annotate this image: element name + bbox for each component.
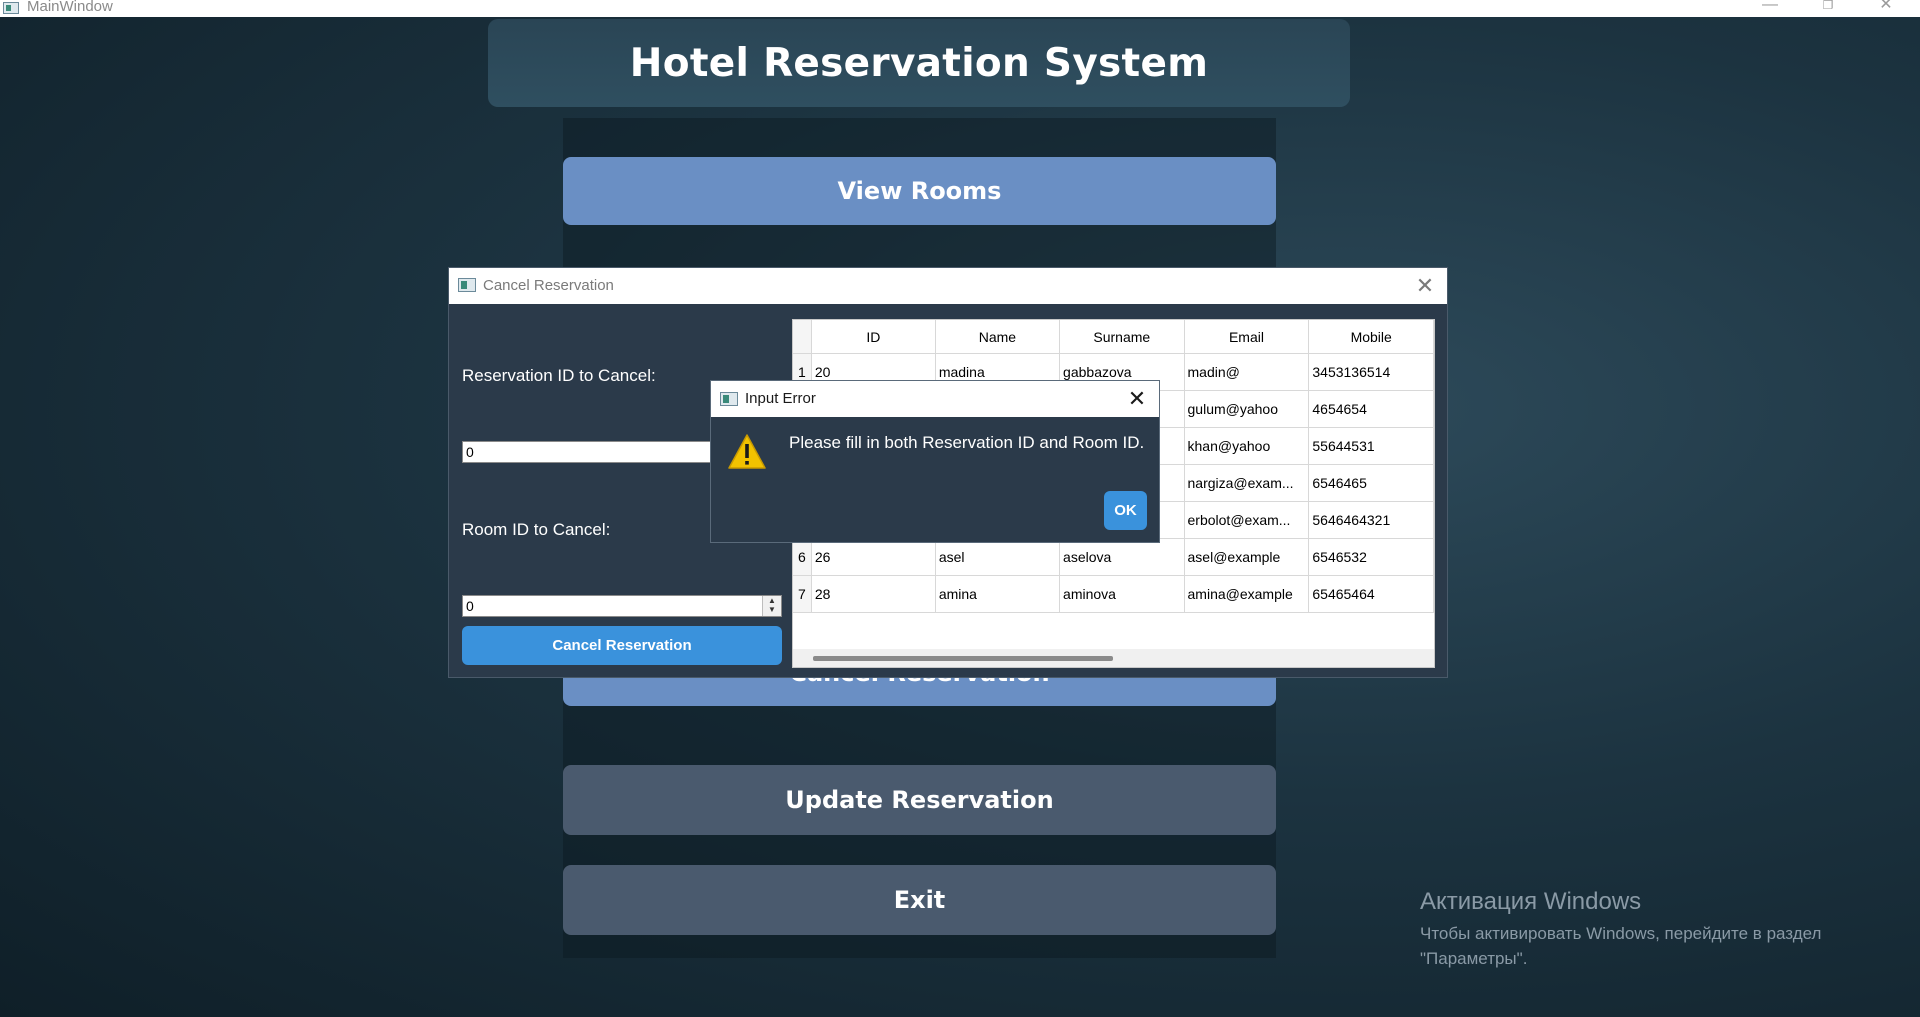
close-icon[interactable]: ✕ [1123,385,1151,413]
table-corner [793,320,812,354]
table-cell[interactable]: 28 [811,575,936,613]
page-title: Hotel Reservation System [629,40,1209,86]
main-window-titlebar: MainWindow — ❐ ✕ [0,0,1920,17]
column-header[interactable]: Email [1184,320,1310,354]
update-reservation-button[interactable]: Update Reservation [563,765,1276,835]
column-header[interactable]: ID [811,320,936,354]
room-id-spinbox[interactable]: 0 ▲ ▼ [462,595,782,617]
row-number[interactable]: 6 [793,538,812,576]
window-icon [458,278,476,292]
table-cell[interactable]: amina@example [1184,575,1310,613]
dialog-title: Cancel Reservation [483,277,614,294]
input-error-dialog: Input Error ✕ Please fill in both Reserv… [710,380,1160,543]
main-window-title: MainWindow [27,0,113,15]
table-cell[interactable]: amina [935,575,1061,613]
warning-icon [728,434,766,469]
table-cell[interactable]: asel [935,538,1061,576]
table-cell[interactable]: 6546465 [1308,464,1434,502]
activation-line1: Чтобы активировать Windows, перейдите в … [1420,924,1822,943]
column-header[interactable]: Surname [1059,320,1185,354]
table-cell[interactable]: 4654654 [1308,390,1434,428]
scrollbar-thumb[interactable] [813,656,1113,661]
reservation-id-value: 0 [466,444,474,460]
table-row[interactable]: 6 26 asel aselova asel@example 6546532 [793,538,1434,576]
cancel-reservation-button[interactable]: Cancel Reservation [462,626,782,665]
error-message: Please fill in both Reservation ID and R… [789,433,1145,452]
minimize-button[interactable]: — [1750,0,1790,15]
table-cell[interactable]: 6546532 [1308,538,1434,576]
table-row[interactable]: 7 28 amina aminova amina@example 65465464 [793,575,1434,613]
windows-activation-watermark: Активация Windows Чтобы активировать Win… [1420,888,1821,971]
table-cell[interactable]: madin@ [1184,353,1310,391]
window-icon [720,392,738,406]
close-icon[interactable]: ✕ [1411,272,1439,300]
ok-button[interactable]: OK [1104,491,1147,530]
table-cell[interactable]: 65465464 [1308,575,1434,613]
exit-button[interactable]: Exit [563,865,1276,935]
column-header[interactable]: Name [935,320,1061,354]
table-cell[interactable]: 3453136514 [1308,353,1434,391]
horizontal-scrollbar[interactable] [793,649,1434,667]
table-cell[interactable]: 26 [811,538,936,576]
error-titlebar: Input Error ✕ [711,381,1159,417]
column-header[interactable]: Mobile [1308,320,1434,354]
table-cell[interactable]: aminova [1059,575,1185,613]
error-title: Input Error [745,390,816,407]
table-cell[interactable]: khan@yahoo [1184,427,1310,465]
close-button[interactable]: ✕ [1866,0,1906,15]
app-icon [3,2,19,14]
spin-arrows-icon[interactable]: ▲ ▼ [762,596,781,616]
table-cell[interactable]: 55644531 [1308,427,1434,465]
table-cell[interactable]: gulum@yahoo [1184,390,1310,428]
reservation-id-label: Reservation ID to Cancel: [462,366,656,385]
table-cell[interactable]: aselova [1059,538,1185,576]
table-cell[interactable]: erbolot@exam... [1184,501,1310,539]
activation-title: Активация Windows [1420,888,1642,915]
header-panel: Hotel Reservation System [488,19,1350,107]
room-id-value: 0 [466,598,474,614]
table-cell[interactable]: 5646464321 [1308,501,1434,539]
table-cell[interactable]: asel@example [1184,538,1310,576]
maximize-button[interactable]: ❐ [1808,0,1848,15]
table-cell[interactable]: nargiza@exam... [1184,464,1310,502]
view-rooms-button[interactable]: View Rooms [563,157,1276,225]
row-number[interactable]: 7 [793,575,812,613]
dialog-titlebar: Cancel Reservation ✕ [449,268,1447,304]
activation-line2: "Параметры". [1420,949,1528,968]
room-id-label: Room ID to Cancel: [462,520,611,539]
